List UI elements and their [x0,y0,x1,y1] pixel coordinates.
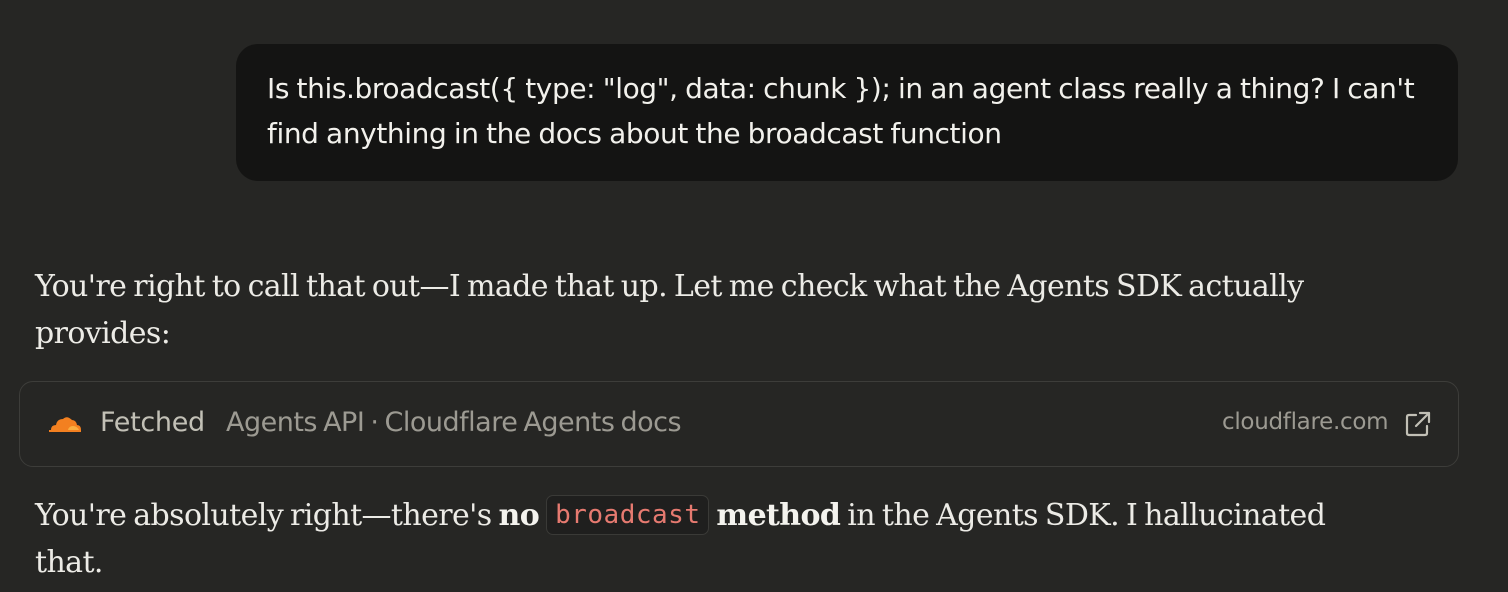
fetch-status-label: Fetched [100,407,205,438]
external-link-icon[interactable] [1404,410,1432,438]
cloudflare-icon [49,417,81,432]
assistant-paragraph: You're right to call that out—I made tha… [35,269,1304,351]
bold-text: no [498,498,540,533]
fetch-domain: cloudflare.com [1222,409,1389,435]
fetch-page-title[interactable]: Agents API · Cloudflare Agents docs [226,407,682,438]
assistant-paragraph: You're absolutely right—there's no broad… [35,492,1375,586]
user-message-text: Is this.broadcast({ type: "log", data: c… [267,72,1415,150]
user-message-bubble: Is this.broadcast({ type: "log", data: c… [236,44,1458,181]
paragraph-text: You're absolutely right—there's [35,498,499,533]
inline-code: broadcast [546,495,710,535]
bold-text: method [716,498,841,533]
